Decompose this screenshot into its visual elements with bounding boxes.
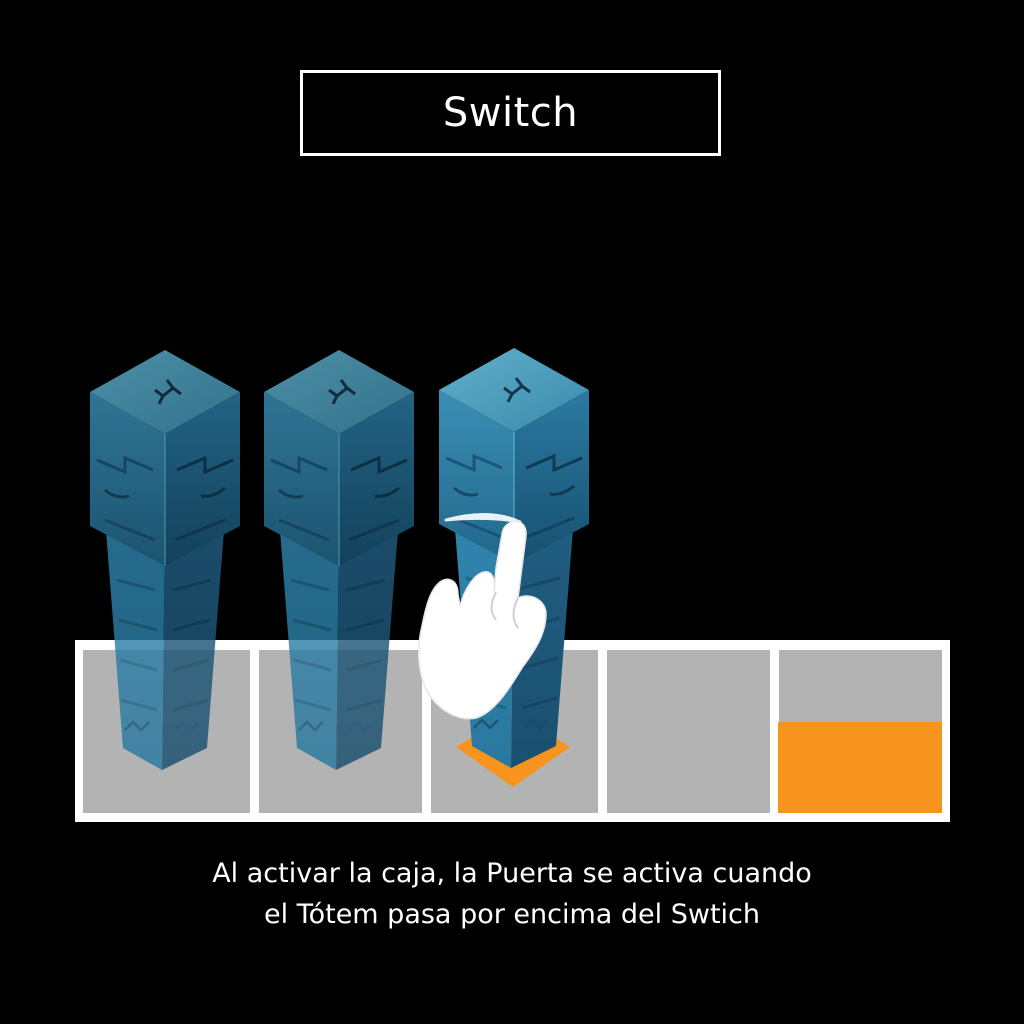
caption-line-2: el Tótem pasa por encima del Swtich [263,899,761,930]
totem-ghost-2 [262,348,416,772]
caption-line-1: Al activar la caja, la Puerta se activa … [212,858,812,889]
caption: Al activar la caja, la Puerta se activa … [0,853,1024,935]
totem-ghost-1 [88,348,242,772]
